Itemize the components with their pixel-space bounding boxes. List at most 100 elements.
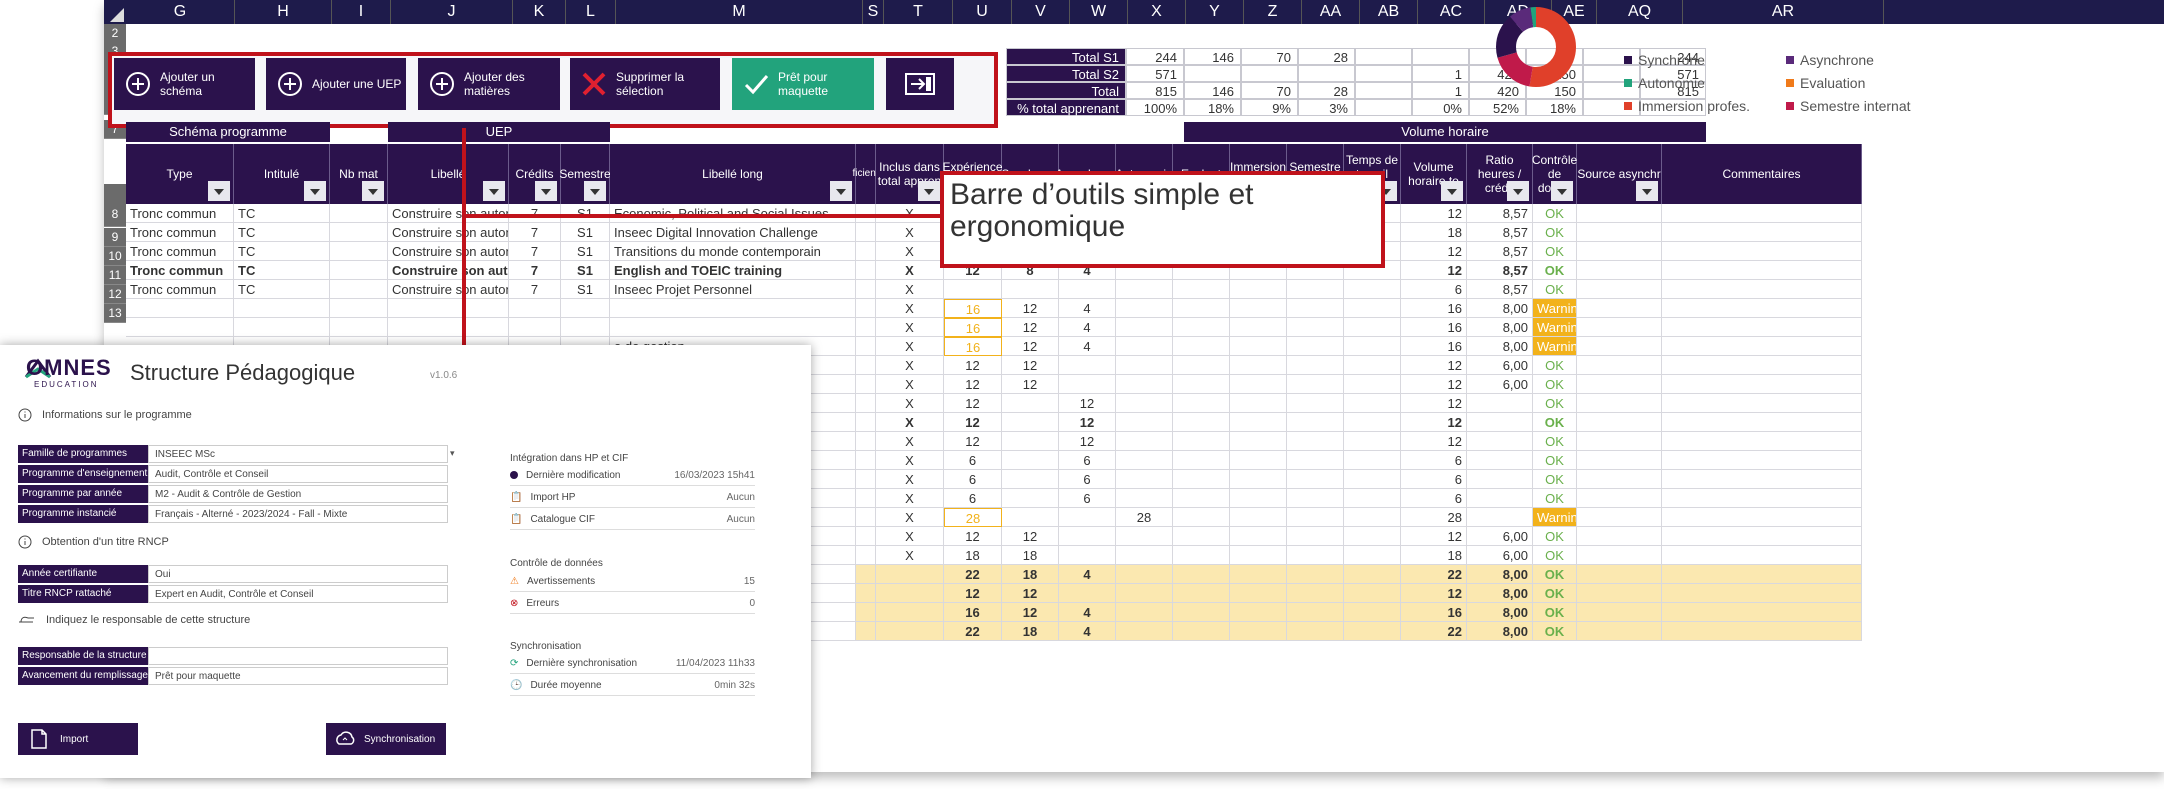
- col-header-t[interactable]: T: [884, 0, 953, 24]
- filter-dropdown-icon[interactable]: [304, 181, 326, 201]
- table-cell-inc[interactable]: X: [876, 261, 944, 280]
- table-cell-imm[interactable]: [1230, 508, 1287, 527]
- table-cell-com[interactable]: [1662, 337, 1862, 356]
- table-cell-tps[interactable]: [1344, 299, 1401, 318]
- table-cell-src[interactable]: [1577, 489, 1662, 508]
- table-cell-coef[interactable]: [856, 565, 876, 584]
- table-cell-lib[interactable]: Construire son autonomie: [388, 223, 509, 242]
- header-controle[interactable]: Contrôle de donné: [1532, 144, 1577, 204]
- table-cell-eva[interactable]: [1173, 356, 1230, 375]
- row-header[interactable]: 10: [104, 247, 126, 266]
- table-cell-semi[interactable]: [1287, 603, 1344, 622]
- totals-cell[interactable]: 70: [1241, 48, 1298, 65]
- header-inclus[interactable]: Inclus dans total appren: [876, 144, 944, 204]
- table-cell-com[interactable]: [1662, 432, 1862, 451]
- table-cell-ratio[interactable]: [1467, 508, 1533, 527]
- table-cell-asy[interactable]: [1059, 375, 1116, 394]
- table-cell-syn[interactable]: 12: [1002, 337, 1059, 356]
- table-cell-syn[interactable]: 12: [1002, 527, 1059, 546]
- totals-cell[interactable]: 70: [1241, 82, 1298, 99]
- table-cell-exp[interactable]: 6: [944, 451, 1002, 470]
- table-cell-syn[interactable]: 12: [1002, 356, 1059, 375]
- col-header-s[interactable]: S: [863, 0, 884, 24]
- table-cell-asy[interactable]: [1059, 546, 1116, 565]
- table-cell-com[interactable]: [1662, 565, 1862, 584]
- table-cell-src[interactable]: [1577, 394, 1662, 413]
- table-cell-syn[interactable]: [1002, 432, 1059, 451]
- table-cell-src[interactable]: [1577, 451, 1662, 470]
- table-cell-sem[interactable]: [561, 318, 610, 337]
- table-cell-eva[interactable]: [1173, 622, 1230, 641]
- table-cell-tps[interactable]: [1344, 508, 1401, 527]
- table-cell-src[interactable]: [1577, 318, 1662, 337]
- table-cell-eva[interactable]: [1173, 584, 1230, 603]
- table-cell-asy[interactable]: [1059, 508, 1116, 527]
- table-cell-eva[interactable]: [1173, 280, 1230, 299]
- table-cell-cr[interactable]: 7: [509, 242, 561, 261]
- table-cell-ctl[interactable]: OK: [1533, 432, 1577, 451]
- table-cell-ctl[interactable]: OK: [1533, 451, 1577, 470]
- table-cell-com[interactable]: [1662, 413, 1862, 432]
- table-cell-vol[interactable]: 12: [1401, 204, 1467, 223]
- table-cell-asy[interactable]: 6: [1059, 470, 1116, 489]
- table-cell-tps[interactable]: [1344, 546, 1401, 565]
- col-header-z[interactable]: Z: [1244, 0, 1302, 24]
- table-cell-exp[interactable]: 22: [944, 565, 1002, 584]
- totals-cell[interactable]: 100%: [1126, 99, 1184, 116]
- table-cell-aut[interactable]: [1116, 299, 1173, 318]
- table-cell-aut[interactable]: [1116, 280, 1173, 299]
- table-cell-coef[interactable]: [856, 584, 876, 603]
- table-cell-sem[interactable]: S1: [561, 261, 610, 280]
- table-cell-ratio[interactable]: 8,57: [1467, 223, 1533, 242]
- table-cell-asy[interactable]: 12: [1059, 394, 1116, 413]
- table-cell-asy[interactable]: 4: [1059, 622, 1116, 641]
- table-cell-aut[interactable]: [1116, 413, 1173, 432]
- table-cell-nb[interactable]: [330, 204, 388, 223]
- row-header[interactable]: 2: [104, 24, 126, 43]
- table-cell-syn[interactable]: 18: [1002, 565, 1059, 584]
- table-cell-syn[interactable]: [1002, 413, 1059, 432]
- table-cell-ctl[interactable]: OK: [1533, 204, 1577, 223]
- table-cell-asy[interactable]: [1059, 584, 1116, 603]
- header-coefficient[interactable]: ficient: [852, 144, 879, 204]
- table-cell-ctl[interactable]: OK: [1533, 584, 1577, 603]
- table-cell-com[interactable]: [1662, 603, 1862, 622]
- table-cell-vol[interactable]: 6: [1401, 280, 1467, 299]
- table-cell-ratio[interactable]: [1467, 432, 1533, 451]
- field-value[interactable]: M2 - Audit & Contrôle de Gestion: [148, 485, 448, 503]
- totals-cell[interactable]: 244: [1126, 48, 1184, 65]
- table-cell-imm[interactable]: [1230, 451, 1287, 470]
- table-cell-ctl[interactable]: OK: [1533, 375, 1577, 394]
- table-cell-ratio[interactable]: 8,57: [1467, 261, 1533, 280]
- table-cell-semi[interactable]: [1287, 299, 1344, 318]
- table-cell-asy[interactable]: 4: [1059, 337, 1116, 356]
- table-cell-com[interactable]: [1662, 242, 1862, 261]
- table-cell-ratio[interactable]: [1467, 413, 1533, 432]
- table-cell-tps[interactable]: [1344, 584, 1401, 603]
- table-cell-syn[interactable]: [1002, 508, 1059, 527]
- table-cell-com[interactable]: [1662, 451, 1862, 470]
- table-cell-coef[interactable]: [856, 375, 876, 394]
- table-cell-coef[interactable]: [856, 261, 876, 280]
- table-cell-exp[interactable]: 6: [944, 489, 1002, 508]
- table-cell-ctl[interactable]: OK: [1533, 565, 1577, 584]
- table-cell-tps[interactable]: [1344, 489, 1401, 508]
- totals-cell[interactable]: [1355, 48, 1412, 65]
- table-cell-exp[interactable]: [944, 280, 1002, 299]
- table-cell-inc[interactable]: X: [876, 527, 944, 546]
- table-cell-coef[interactable]: [856, 451, 876, 470]
- table-cell-semi[interactable]: [1287, 432, 1344, 451]
- table-cell-ratio[interactable]: [1467, 470, 1533, 489]
- table-cell-eva[interactable]: [1173, 432, 1230, 451]
- table-cell-src[interactable]: [1577, 584, 1662, 603]
- table-cell-sem[interactable]: S1: [561, 280, 610, 299]
- table-cell-src[interactable]: [1577, 223, 1662, 242]
- table-cell-coef[interactable]: [856, 413, 876, 432]
- table-cell-ratio[interactable]: 8,00: [1467, 622, 1533, 641]
- table-cell-eva[interactable]: [1173, 299, 1230, 318]
- table-cell-ratio[interactable]: 6,00: [1467, 356, 1533, 375]
- table-cell-lib[interactable]: [388, 299, 509, 318]
- filter-dropdown-icon[interactable]: [918, 181, 940, 201]
- table-cell-exp[interactable]: 6: [944, 470, 1002, 489]
- table-cell-vol[interactable]: 18: [1401, 223, 1467, 242]
